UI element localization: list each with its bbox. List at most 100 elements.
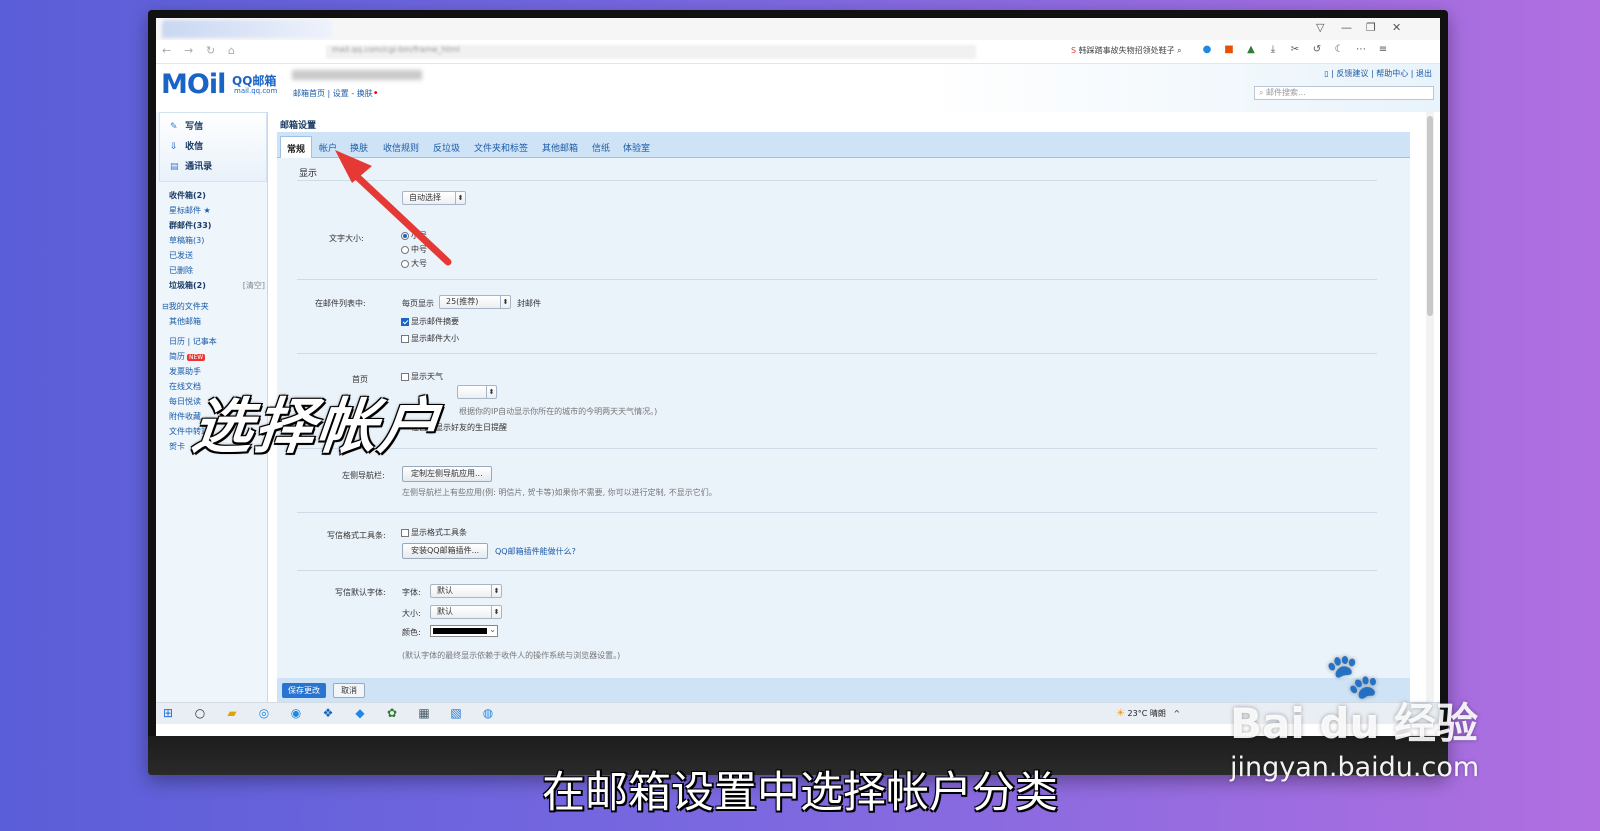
extension-icon[interactable]: ▲: [1245, 44, 1257, 55]
settings-panel: 显示 自动选择 ⬍ 文字大小: 小号 中号 大号 在邮件列表中: 每页显示 25(…: [277, 158, 1410, 698]
moon-icon[interactable]: ☾: [1333, 44, 1345, 55]
tab-other-mail[interactable]: 其他邮箱: [542, 141, 578, 154]
compose-button[interactable]: ✎ 写信: [170, 119, 203, 132]
radio-icon[interactable]: [401, 245, 409, 254]
tray-expand-icon[interactable]: ^: [1173, 709, 1180, 718]
maximize-icon[interactable]: ❐: [1366, 21, 1376, 34]
radio-icon[interactable]: [401, 231, 409, 240]
weather-select[interactable]: ⬍: [457, 385, 497, 399]
other-mailboxes[interactable]: 其他邮箱: [169, 316, 201, 327]
show-toolbar-checkbox[interactable]: 显示格式工具条: [401, 527, 467, 538]
browser-tab[interactable]: [162, 20, 332, 38]
windows-start-icon[interactable]: ⊞: [160, 706, 176, 720]
qqmail-logo[interactable]: MOil: [161, 70, 226, 100]
menu-icon[interactable]: ▽: [1316, 21, 1324, 34]
my-folders-toggle[interactable]: ⊟我的文件夹: [162, 301, 209, 312]
font-size-medium[interactable]: 中号: [401, 244, 427, 255]
tab-account[interactable]: 帐户: [319, 141, 337, 154]
empty-spam-link[interactable]: [清空]: [243, 280, 265, 291]
contacts-button[interactable]: ▤ 通讯录: [170, 159, 212, 172]
refresh-icon[interactable]: ↻: [206, 44, 215, 57]
wechat-icon[interactable]: ✿: [384, 706, 400, 720]
size-value: 默认: [437, 607, 453, 616]
extension-icon[interactable]: ●: [1201, 44, 1213, 55]
font-size-small[interactable]: 小号: [401, 230, 427, 241]
checkbox-icon[interactable]: [401, 317, 409, 326]
cancel-button[interactable]: 取消: [333, 683, 365, 698]
checkbox-icon[interactable]: [401, 334, 409, 343]
folder-drafts[interactable]: 草稿箱(3): [169, 235, 204, 246]
plugin-info-link[interactable]: QQ邮箱插件能做什么?: [495, 546, 576, 557]
weather-text[interactable]: 23°C 晴朗: [1128, 709, 1166, 718]
show-summary-checkbox[interactable]: 显示邮件摘要: [401, 316, 459, 327]
scrollbar[interactable]: [1426, 112, 1434, 702]
home-icon[interactable]: ⌂: [228, 44, 235, 57]
color-swatch: [433, 628, 487, 634]
extension-icon[interactable]: ■: [1223, 44, 1235, 55]
browser-icon[interactable]: ◎: [256, 706, 272, 720]
tab-general[interactable]: 常规: [280, 136, 313, 158]
tab-rules[interactable]: 收信规则: [383, 141, 419, 154]
app-icon[interactable]: ❖: [320, 706, 336, 720]
show-summary-label: 显示邮件摘要: [411, 317, 459, 326]
save-button[interactable]: 保存更改: [282, 683, 326, 698]
more-icon[interactable]: ⋯: [1355, 44, 1367, 55]
undo-icon[interactable]: ↺: [1311, 44, 1323, 55]
folder-group[interactable]: 群邮件(33): [169, 220, 211, 231]
screen: ▽ — ❐ ✕ ← → ↻ ⌂ mail.qq.com/cgi-bin/fram…: [156, 18, 1440, 736]
top-right-links[interactable]: ▯ | 反馈建议 | 帮助中心 | 退出: [1324, 68, 1432, 79]
search-icon[interactable]: ○: [192, 706, 208, 720]
language-select[interactable]: 自动选择 ⬍: [402, 191, 466, 205]
tab-lab[interactable]: 体验室: [623, 141, 650, 154]
typeface-select[interactable]: 默认 ⬍: [430, 584, 502, 598]
folder-spam[interactable]: 垃圾箱(2): [169, 280, 206, 291]
qq-browser-icon[interactable]: ◍: [480, 706, 496, 720]
tool-resume[interactable]: 简历 NEW: [169, 351, 206, 362]
edge-icon[interactable]: ◉: [288, 706, 304, 720]
per-page-select[interactable]: 25(推荐) ⬍: [439, 295, 511, 309]
customize-nav-button[interactable]: 定制左侧导航应用...: [402, 466, 492, 482]
contacts-label: 通讯录: [185, 162, 213, 172]
tab-skin[interactable]: 换肤: [350, 141, 368, 154]
baidu-watermark-text: Bai du 经验: [1230, 699, 1478, 748]
folder-deleted[interactable]: 已删除: [169, 265, 193, 276]
back-icon[interactable]: ←: [162, 44, 171, 57]
tab-folders-labels[interactable]: 文件夹和标签: [474, 141, 528, 154]
scissors-icon[interactable]: ✂: [1289, 44, 1301, 55]
per-page-value: 25(推荐): [446, 297, 479, 306]
minimize-icon[interactable]: —: [1341, 21, 1352, 34]
header-links-text[interactable]: 邮箱首页 | 设置 - 换肤: [293, 89, 373, 98]
folder-inbox[interactable]: 收件箱(2): [169, 190, 206, 201]
folder-starred[interactable]: 星标邮件 ★: [169, 205, 211, 216]
tab-antispam[interactable]: 反垃圾: [433, 141, 460, 154]
mail-search-input[interactable]: ⌕ 邮件搜索...: [1254, 86, 1434, 100]
close-icon[interactable]: ✕: [1392, 21, 1401, 34]
tool-resume-label: 简历: [169, 352, 185, 361]
font-size-large[interactable]: 大号: [401, 258, 427, 269]
header-links[interactable]: 邮箱首页 | 设置 - 换肤•: [293, 88, 379, 99]
app-icon[interactable]: ◆: [352, 706, 368, 720]
tool-calendar-notes[interactable]: 日历 | 记事本: [169, 336, 217, 347]
forward-icon[interactable]: →: [184, 44, 193, 57]
browser-search-text[interactable]: S 韩踩踏事故失物招领处鞋子 ⌕: [1071, 45, 1182, 56]
folder-sent[interactable]: 已发送: [169, 250, 193, 261]
app-icon[interactable]: ▧: [448, 706, 464, 720]
install-plugin-button[interactable]: 安装QQ邮箱插件...: [402, 543, 489, 559]
tool-cards[interactable]: 贺卡: [169, 441, 185, 452]
receive-button[interactable]: ⇩ 收信: [170, 139, 203, 152]
tab-stationery[interactable]: 信纸: [592, 141, 610, 154]
checkbox-icon[interactable]: [401, 528, 409, 537]
scrollbar-thumb[interactable]: [1427, 116, 1433, 316]
size-select[interactable]: 默认 ⬍: [430, 605, 502, 619]
app-icon[interactable]: ▦: [416, 706, 432, 720]
file-explorer-icon[interactable]: ▰: [224, 706, 240, 720]
color-picker[interactable]: ⌄: [430, 625, 498, 637]
url-field[interactable]: mail.qq.com/cgi-bin/frame_html: [326, 45, 976, 59]
download-icon[interactable]: ⤓: [1267, 44, 1279, 55]
menu-icon[interactable]: ≡: [1377, 44, 1389, 55]
show-size-checkbox[interactable]: 显示邮件大小: [401, 333, 459, 344]
tool-invoice[interactable]: 发票助手: [169, 366, 201, 377]
subtitle-caption: 在邮箱设置中选择帐户分类: [542, 768, 1058, 818]
chevron-down-icon: ⬍: [486, 386, 496, 398]
radio-icon[interactable]: [401, 259, 409, 268]
